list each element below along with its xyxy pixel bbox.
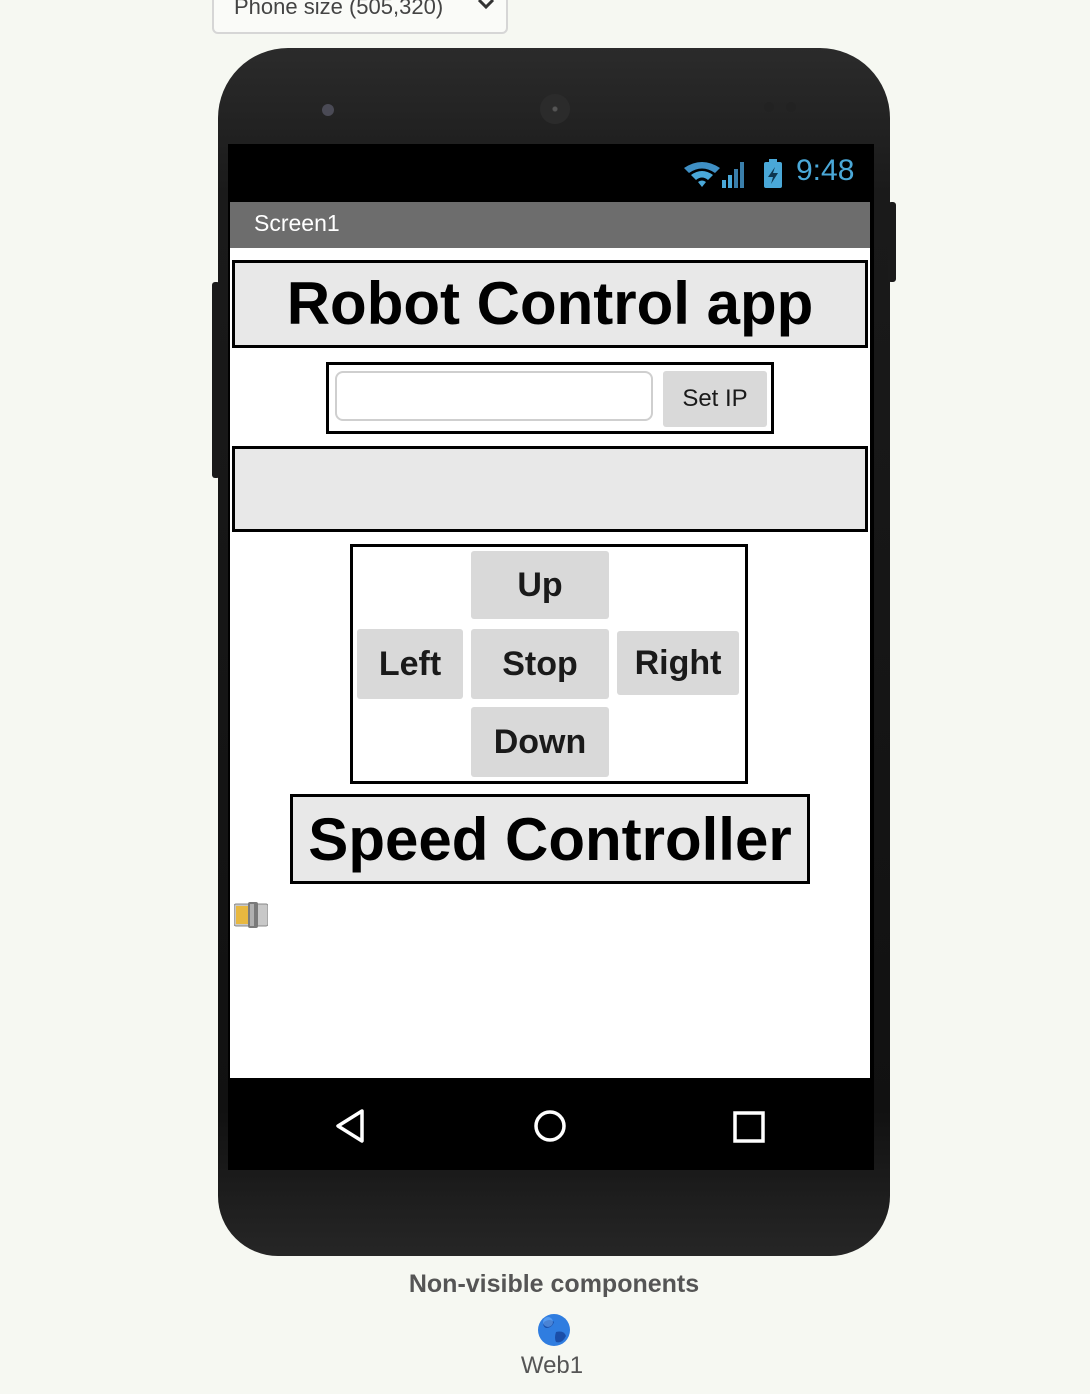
phone-screen: 9:48 Screen1 Robot Control app Set IP Up… xyxy=(228,144,874,1170)
direction-table-arrangement: Up Left Stop Right Down xyxy=(350,544,748,784)
speed-controller-label: Speed Controller xyxy=(290,794,810,884)
stop-button[interactable]: Stop xyxy=(471,629,609,699)
home-icon[interactable] xyxy=(532,1108,568,1144)
screen-title-bar: Screen1 xyxy=(230,202,870,248)
status-label xyxy=(232,446,868,532)
wifi-signal-battery-icons xyxy=(684,159,782,188)
left-button[interactable]: Left xyxy=(357,629,463,699)
slider-icon[interactable] xyxy=(234,900,268,930)
status-icons xyxy=(682,158,790,195)
power-button xyxy=(888,202,896,282)
ip-horizontal-arrangement: Set IP xyxy=(326,362,774,434)
app-title-label: Robot Control app xyxy=(232,260,868,348)
back-icon[interactable] xyxy=(332,1108,368,1144)
volume-button xyxy=(212,282,220,478)
signal-icon xyxy=(722,162,744,188)
non-visible-components-title: Non-visible components xyxy=(408,1270,700,1298)
chevron-down-icon xyxy=(477,0,495,10)
recent-apps-icon[interactable] xyxy=(732,1110,768,1146)
status-clock: 9:48 xyxy=(796,154,855,187)
phone-size-label: Phone size (505,320) xyxy=(234,0,444,19)
screen-content: Robot Control app Set IP Up Left Stop Ri… xyxy=(230,248,870,1078)
right-button[interactable]: Right xyxy=(617,631,739,695)
phone-size-dropdown[interactable]: Phone size (505,320) xyxy=(212,0,508,34)
battery-icon xyxy=(764,159,782,188)
proximity-sensor-icon xyxy=(764,102,774,112)
android-nav-bar xyxy=(228,1078,874,1170)
set-ip-button[interactable]: Set IP xyxy=(663,371,767,427)
down-button[interactable]: Down xyxy=(471,707,609,777)
wifi-icon xyxy=(684,162,720,187)
ip-address-input[interactable] xyxy=(335,371,653,421)
globe-icon[interactable] xyxy=(536,1312,572,1348)
front-camera-icon xyxy=(322,104,334,116)
screen-title: Screen1 xyxy=(254,210,340,236)
web1-component-label[interactable]: Web1 xyxy=(0,1352,1090,1380)
android-status-bar: 9:48 xyxy=(228,144,874,202)
earpiece-speaker-icon xyxy=(540,94,570,124)
up-button[interactable]: Up xyxy=(471,551,609,619)
light-sensor-icon xyxy=(786,102,796,112)
